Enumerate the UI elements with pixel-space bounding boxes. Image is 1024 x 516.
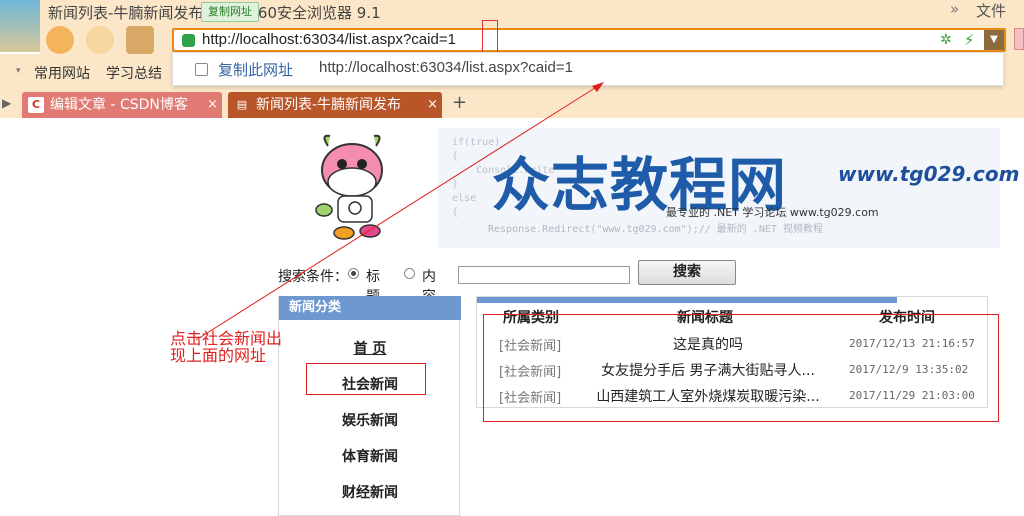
annotation-arrow — [195, 82, 604, 341]
annotation-note: 点击社会新闻出现上面的网址 — [170, 329, 283, 365]
